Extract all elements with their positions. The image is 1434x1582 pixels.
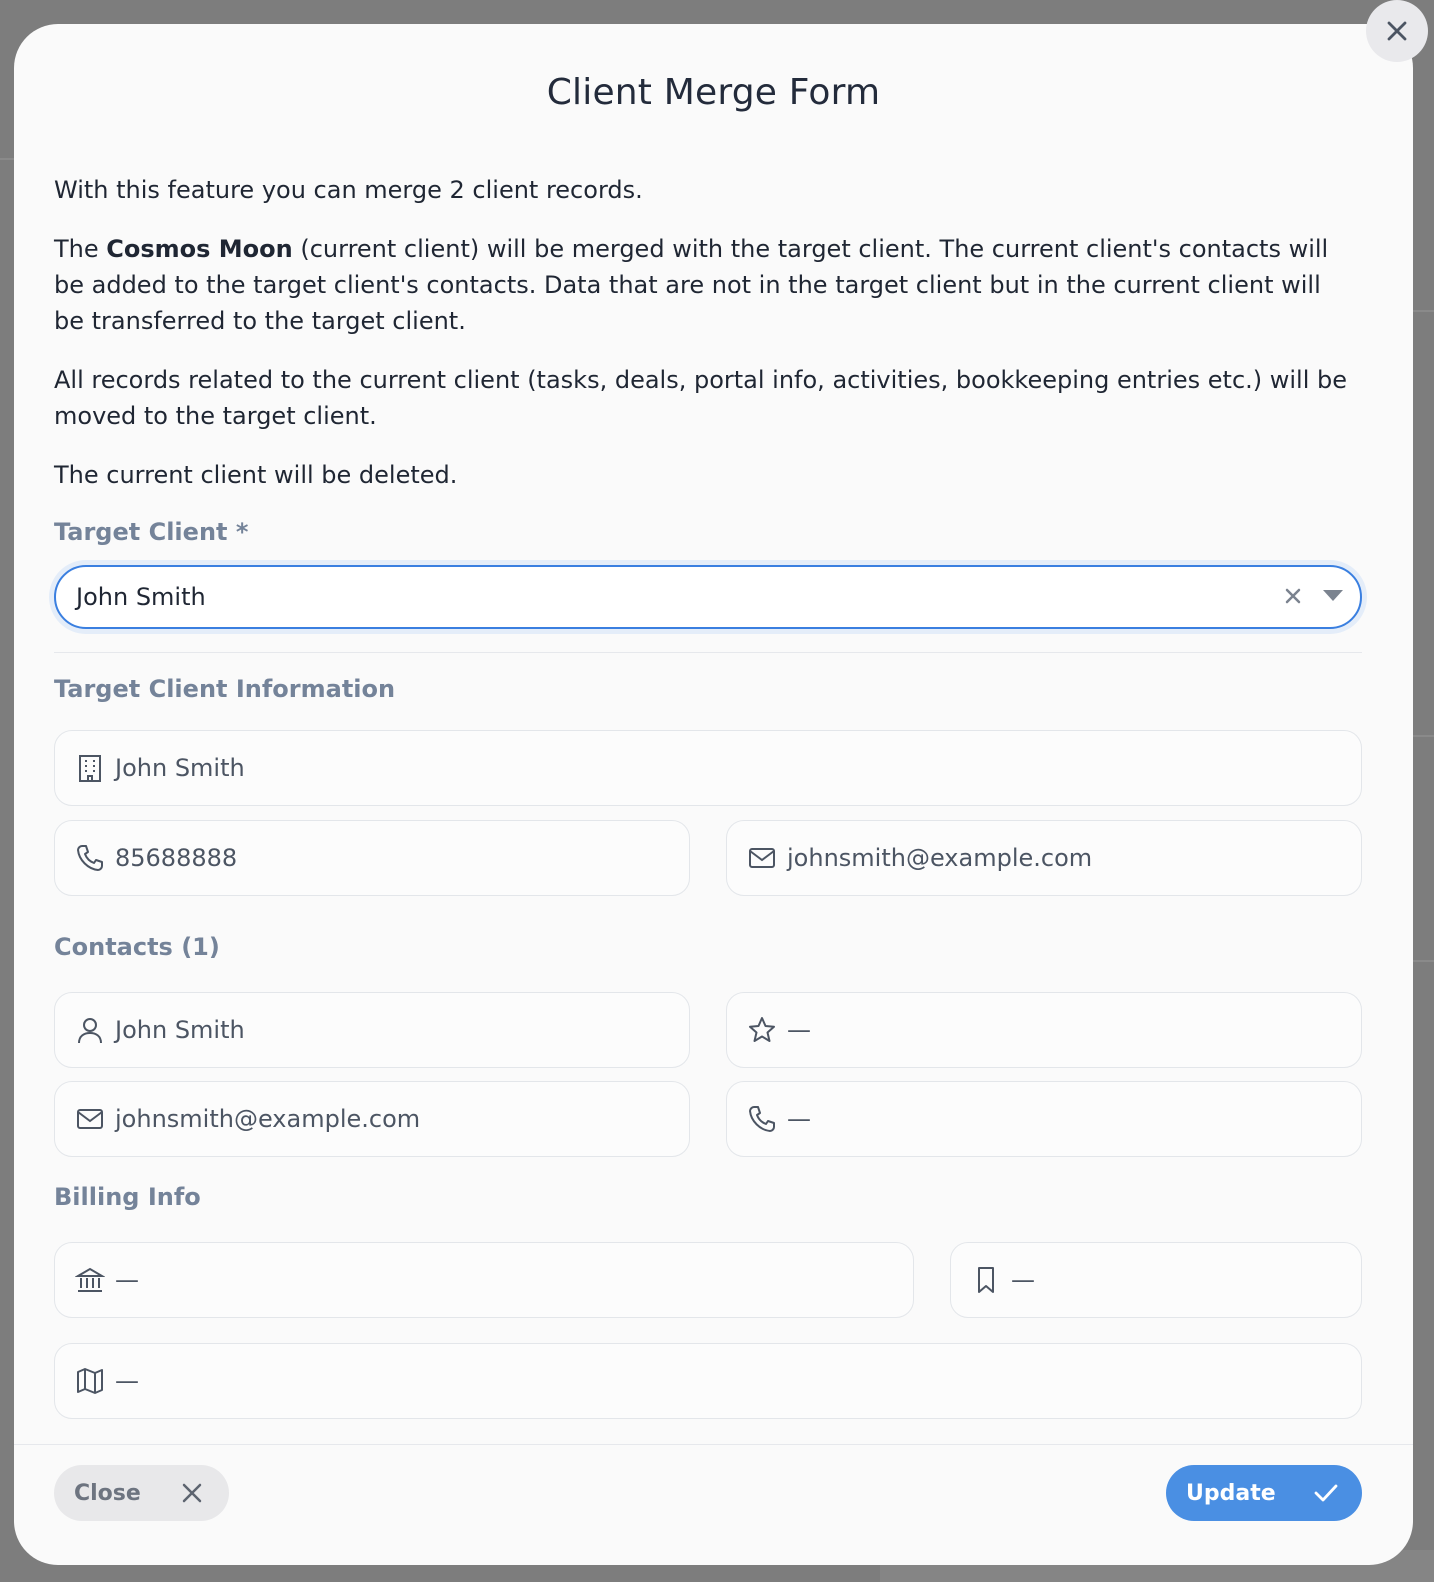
map-icon xyxy=(75,1366,105,1396)
billing-heading: Billing Info xyxy=(54,1183,201,1211)
contact-phone-field: — xyxy=(726,1081,1362,1157)
target-company-value: John Smith xyxy=(115,754,245,782)
close-button-label: Close xyxy=(74,1480,141,1506)
modal-title: Client Merge Form xyxy=(546,72,881,113)
target-email-value: johnsmith@example.com xyxy=(787,844,1093,872)
star-icon xyxy=(747,1015,777,1045)
building-icon xyxy=(75,753,105,783)
phone-icon xyxy=(747,1104,777,1134)
target-company-field: John Smith xyxy=(54,730,1362,806)
close-button[interactable]: Close xyxy=(54,1465,229,1521)
chevron-down-icon[interactable] xyxy=(1322,589,1344,603)
current-client-name: Cosmos Moon xyxy=(106,235,293,263)
bank-icon xyxy=(75,1265,105,1295)
footer-divider xyxy=(14,1444,1413,1445)
target-client-select[interactable]: John Smith xyxy=(54,565,1362,629)
check-icon xyxy=(1312,1479,1340,1507)
user-icon xyxy=(75,1015,105,1045)
background-divider xyxy=(1413,310,1434,312)
bookmark-icon xyxy=(971,1265,1001,1295)
modal-close-button[interactable] xyxy=(1366,0,1428,62)
contact-email-field: johnsmith@example.com xyxy=(54,1081,690,1157)
contact-name-field: John Smith xyxy=(54,992,690,1068)
close-icon xyxy=(179,1480,205,1506)
background-divider xyxy=(1413,735,1434,737)
billing-address-field: — xyxy=(54,1343,1362,1419)
merge-description: The Cosmos Moon (current client) will be… xyxy=(54,235,1329,335)
target-email-field: johnsmith@example.com xyxy=(726,820,1362,896)
mail-icon xyxy=(747,843,777,873)
contact-role-field: — xyxy=(726,992,1362,1068)
contact-phone-value: — xyxy=(787,1105,811,1133)
billing-address-value: — xyxy=(115,1367,139,1395)
section-divider xyxy=(54,652,1362,653)
target-info-heading: Target Client Information xyxy=(54,675,396,703)
background-divider xyxy=(0,158,14,160)
clear-icon[interactable] xyxy=(1282,585,1304,607)
client-merge-modal: Client Merge Form With this feature you … xyxy=(14,24,1413,1565)
mail-icon xyxy=(75,1104,105,1134)
intro-text: With this feature you can merge 2 client… xyxy=(54,176,643,204)
background-divider xyxy=(1413,960,1434,962)
contact-role-value: — xyxy=(787,1016,811,1044)
update-button[interactable]: Update xyxy=(1166,1465,1362,1521)
update-button-label: Update xyxy=(1186,1480,1276,1506)
close-icon xyxy=(1383,17,1411,45)
contact-email-value: johnsmith@example.com xyxy=(115,1105,421,1133)
contacts-heading: Contacts (1) xyxy=(54,933,220,961)
billing-tax-field: — xyxy=(950,1242,1362,1318)
billing-bank-value: — xyxy=(115,1266,139,1294)
billing-tax-value: — xyxy=(1011,1266,1035,1294)
records-description: All records related to the current clien… xyxy=(54,366,1348,430)
target-client-selected-value: John Smith xyxy=(76,583,206,611)
phone-icon xyxy=(75,843,105,873)
contact-name-value: John Smith xyxy=(115,1016,245,1044)
target-phone-field: 85688888 xyxy=(54,820,690,896)
target-phone-value: 85688888 xyxy=(115,844,238,872)
billing-bank-field: — xyxy=(54,1242,914,1318)
deletion-warning: The current client will be deleted. xyxy=(54,461,458,489)
target-client-label: Target Client * xyxy=(54,518,249,546)
